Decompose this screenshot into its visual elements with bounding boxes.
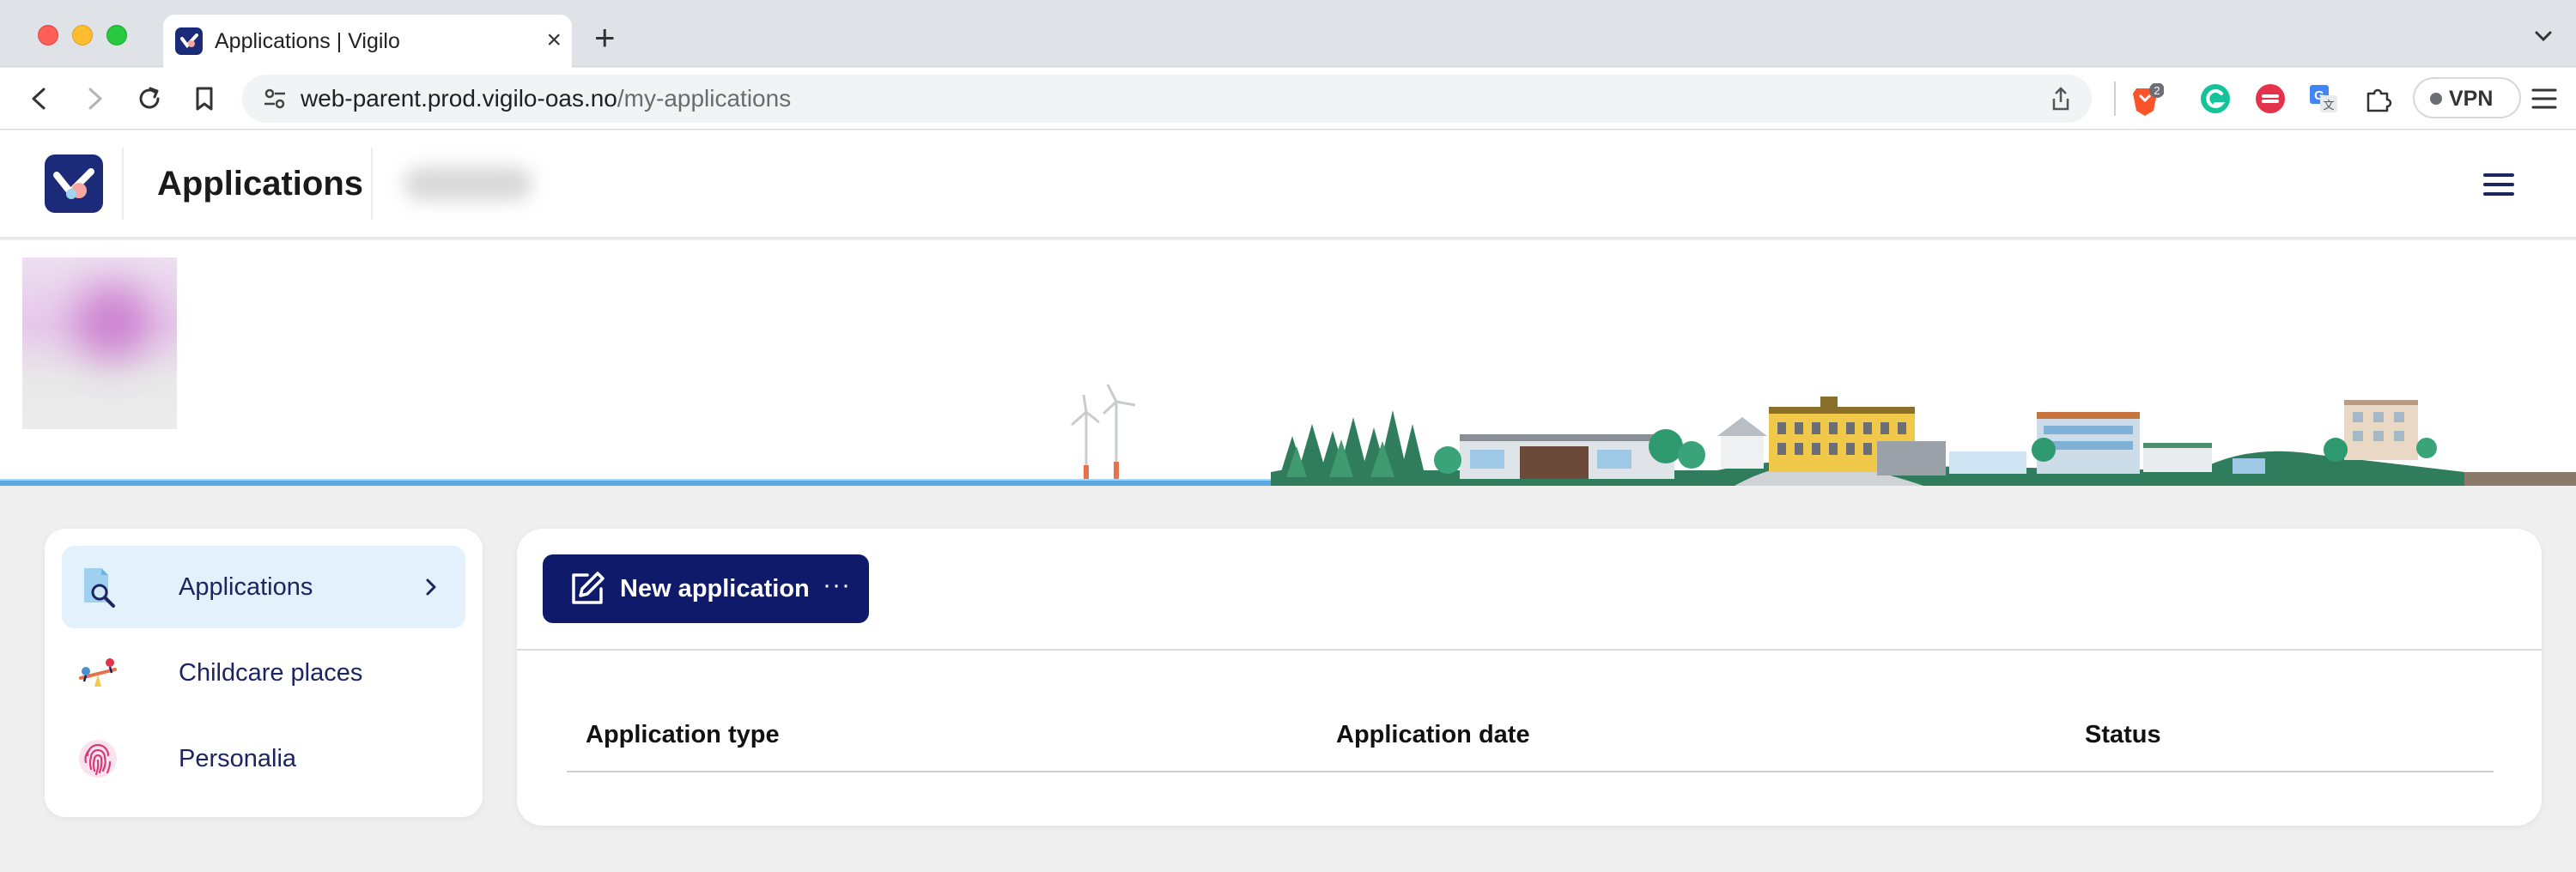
site-info-icon[interactable] xyxy=(261,85,289,112)
toolbar-separator xyxy=(2114,82,2116,116)
column-header-application-date[interactable]: Application date xyxy=(1336,719,1530,750)
sidebar-item-label: Applications xyxy=(179,573,313,601)
sidebar-nav: Applications Childcare places Personalia xyxy=(45,529,483,817)
svg-text:文: 文 xyxy=(2323,100,2334,112)
lastpass-extension-icon[interactable] xyxy=(2255,83,2286,114)
vigilo-logo-icon[interactable] xyxy=(45,154,103,213)
more-options-icon[interactable]: ··· xyxy=(823,570,851,601)
url-host: web-parent.prod.vigilo-oas.no xyxy=(301,85,617,112)
vpn-status-icon xyxy=(2430,93,2442,105)
bookmark-icon[interactable] xyxy=(189,83,220,114)
divider xyxy=(517,649,2542,651)
close-window-button[interactable] xyxy=(38,25,58,45)
reload-icon[interactable] xyxy=(134,83,165,114)
sidebar-item-applications[interactable]: Applications xyxy=(62,546,465,628)
brave-badge-count: 2 xyxy=(2154,84,2160,97)
extensions-puzzle-icon[interactable] xyxy=(2363,83,2394,114)
edit-pencil-icon xyxy=(568,570,606,608)
browser-menu-icon[interactable] xyxy=(2531,87,2557,111)
new-application-label: New application xyxy=(620,575,810,603)
tab-list-chevron-down-icon[interactable] xyxy=(2531,24,2555,48)
browser-tab-bar: Applications | Vigilo × + xyxy=(0,0,2576,68)
header-divider xyxy=(371,148,373,220)
sidebar-item-childcare-places[interactable]: Childcare places xyxy=(62,632,465,714)
grammarly-icon[interactable] xyxy=(2200,83,2231,114)
new-application-button[interactable]: New application ··· xyxy=(543,554,869,623)
back-arrow-icon[interactable] xyxy=(24,83,55,114)
minimize-window-button[interactable] xyxy=(72,25,93,45)
app-header: Applications xyxy=(0,130,2576,239)
sidebar-item-label: Personalia xyxy=(179,745,297,772)
vpn-label: VPN xyxy=(2449,87,2494,111)
address-bar[interactable]: web-parent.prod.vigilo-oas.no/my-applica… xyxy=(242,75,2092,123)
tab-close-icon[interactable]: × xyxy=(546,27,562,54)
browser-tab-active[interactable]: Applications | Vigilo × xyxy=(163,15,572,68)
share-icon[interactable] xyxy=(2047,85,2075,112)
google-translate-icon[interactable]: G文 xyxy=(2308,83,2339,114)
column-header-application-type[interactable]: Application type xyxy=(586,719,780,750)
url-path: /my-applications xyxy=(617,85,792,112)
vpn-button[interactable]: VPN xyxy=(2413,77,2521,118)
sidebar-item-label: Childcare places xyxy=(179,659,363,687)
user-name-redacted xyxy=(404,167,532,201)
maximize-window-button[interactable] xyxy=(106,25,127,45)
table-header-divider xyxy=(567,771,2494,772)
applications-panel: New application ··· Application type App… xyxy=(517,529,2542,826)
page-title: Applications xyxy=(157,165,364,203)
browser-toolbar: web-parent.prod.vigilo-oas.no/my-applica… xyxy=(0,68,2576,130)
new-tab-button[interactable]: + xyxy=(594,19,616,57)
fingerprint-icon xyxy=(77,738,118,779)
banner xyxy=(0,240,2576,486)
tab-title: Applications | Vigilo xyxy=(215,29,400,53)
brave-shields-icon[interactable]: 2 xyxy=(2129,82,2165,116)
playground-seesaw-icon xyxy=(77,652,118,693)
chevron-right-icon xyxy=(421,577,441,597)
sidebar-item-personalia[interactable]: Personalia xyxy=(62,718,465,800)
town-skyline-illustration xyxy=(0,384,2576,486)
forward-arrow-icon[interactable] xyxy=(79,83,110,114)
vigilo-favicon-icon xyxy=(175,27,203,55)
document-search-icon xyxy=(77,566,118,608)
hamburger-menu-icon[interactable] xyxy=(2483,172,2514,197)
column-header-status[interactable]: Status xyxy=(2085,719,2161,750)
url-text: web-parent.prod.vigilo-oas.no/my-applica… xyxy=(301,83,791,114)
header-divider xyxy=(122,148,124,220)
